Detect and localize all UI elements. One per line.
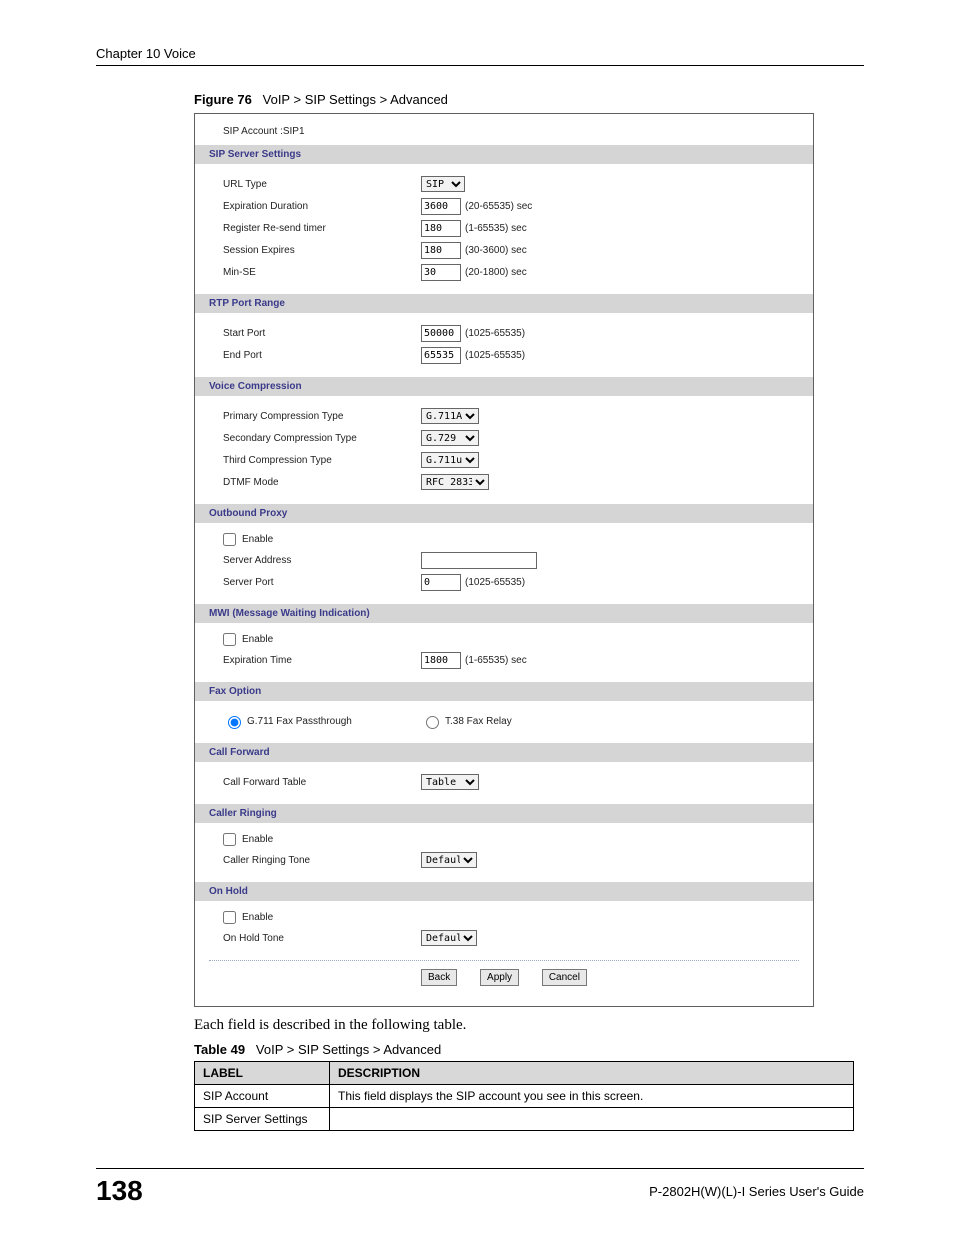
outbound-enable-checkbox[interactable] <box>223 533 236 546</box>
secondary-comp-select[interactable]: G.729 <box>421 430 479 446</box>
running-head: Chapter 10 Voice <box>96 46 864 66</box>
table-row: SIP Server Settings <box>195 1108 854 1131</box>
outbound-port-input[interactable] <box>421 574 461 591</box>
apply-button[interactable]: Apply <box>480 969 519 986</box>
section-caller-ringing-title: Caller Ringing <box>195 804 813 823</box>
sess-exp-label: Session Expires <box>223 245 421 256</box>
outbound-addr-input[interactable] <box>421 552 537 569</box>
call-forward-select[interactable]: Table 1 <box>421 774 479 790</box>
mwi-exp-hint: (1-65535) sec <box>465 655 527 666</box>
primary-comp-label: Primary Compression Type <box>223 411 421 422</box>
outbound-port-hint: (1025-65535) <box>465 577 525 588</box>
end-port-label: End Port <box>223 350 421 361</box>
exp-dur-hint: (20-65535) sec <box>465 201 532 212</box>
reg-resend-label: Register Re-send timer <box>223 223 421 234</box>
minse-hint: (20-1800) sec <box>465 267 527 278</box>
table-row: SIP Account This field displays the SIP … <box>195 1085 854 1108</box>
url-type-label: URL Type <box>223 179 421 190</box>
caller-ringing-enable-label: Enable <box>242 834 273 845</box>
reg-resend-input[interactable] <box>421 220 461 237</box>
section-rtp-title: RTP Port Range <box>195 294 813 313</box>
section-mwi-title: MWI (Message Waiting Indication) <box>195 604 813 623</box>
page-footer: 138 P-2802H(W)(L)-I Series User's Guide <box>96 1168 864 1207</box>
settings-panel: SIP Account :SIP1 SIP Server Settings UR… <box>194 113 814 1007</box>
third-comp-select[interactable]: G.711u <box>421 452 479 468</box>
guide-title: P-2802H(W)(L)-I Series User's Guide <box>649 1184 864 1199</box>
cell-desc <box>330 1108 854 1131</box>
fax-g711-radio[interactable] <box>228 716 241 729</box>
outbound-enable-label: Enable <box>242 534 273 545</box>
fax-g711-label: G.711 Fax Passthrough <box>247 716 352 727</box>
figure-path: VoIP > SIP Settings > Advanced <box>263 92 448 107</box>
section-voice-comp-title: Voice Compression <box>195 377 813 396</box>
minse-input[interactable] <box>421 264 461 281</box>
section-outbound-title: Outbound Proxy <box>195 504 813 523</box>
exp-dur-label: Expiration Duration <box>223 201 421 212</box>
section-call-forward-title: Call Forward <box>195 743 813 762</box>
sess-exp-input[interactable] <box>421 242 461 259</box>
table-header-row: LABEL DESCRIPTION <box>195 1062 854 1085</box>
secondary-comp-label: Secondary Compression Type <box>223 433 421 444</box>
on-hold-tone-select[interactable]: Default <box>421 930 477 946</box>
body-paragraph: Each field is described in the following… <box>194 1017 864 1034</box>
minse-label: Min-SE <box>223 267 421 278</box>
fax-t38-radio[interactable] <box>426 716 439 729</box>
section-sip-server-title: SIP Server Settings <box>195 145 813 164</box>
on-hold-enable-label: Enable <box>242 912 273 923</box>
mwi-exp-label: Expiration Time <box>223 655 421 666</box>
cell-desc: This field displays the SIP account you … <box>330 1085 854 1108</box>
table-label: Table 49 <box>194 1042 245 1057</box>
mwi-enable-label: Enable <box>242 634 273 645</box>
th-description: DESCRIPTION <box>330 1062 854 1085</box>
th-label: LABEL <box>195 1062 330 1085</box>
section-on-hold-title: On Hold <box>195 882 813 901</box>
table-path: VoIP > SIP Settings > Advanced <box>256 1042 441 1057</box>
end-port-hint: (1025-65535) <box>465 350 525 361</box>
figure-caption: Figure 76 VoIP > SIP Settings > Advanced <box>194 92 864 107</box>
fax-t38-label: T.38 Fax Relay <box>445 716 512 727</box>
reg-hint: (1-65535) sec <box>465 223 527 234</box>
cell-label: SIP Account <box>195 1085 330 1108</box>
dtmf-mode-label: DTMF Mode <box>223 477 421 488</box>
table-caption: Table 49 VoIP > SIP Settings > Advanced <box>194 1042 864 1057</box>
on-hold-tone-label: On Hold Tone <box>223 933 421 944</box>
caller-ringing-tone-select[interactable]: Default <box>421 852 477 868</box>
start-port-hint: (1025-65535) <box>465 328 525 339</box>
back-button[interactable]: Back <box>421 969 457 986</box>
start-port-input[interactable] <box>421 325 461 342</box>
sess-hint: (30-3600) sec <box>465 245 527 256</box>
cancel-button[interactable]: Cancel <box>542 969 587 986</box>
divider <box>209 960 799 961</box>
page-number: 138 <box>96 1175 143 1207</box>
section-fax-title: Fax Option <box>195 682 813 701</box>
outbound-addr-label: Server Address <box>223 555 421 566</box>
call-forward-label: Call Forward Table <box>223 777 421 788</box>
url-type-select[interactable]: SIP <box>421 176 465 192</box>
description-table: LABEL DESCRIPTION SIP Account This field… <box>194 1061 854 1131</box>
mwi-enable-checkbox[interactable] <box>223 633 236 646</box>
mwi-exp-input[interactable] <box>421 652 461 669</box>
end-port-input[interactable] <box>421 347 461 364</box>
caller-ringing-tone-label: Caller Ringing Tone <box>223 855 421 866</box>
primary-comp-select[interactable]: G.711A <box>421 408 479 424</box>
outbound-port-label: Server Port <box>223 577 421 588</box>
exp-dur-input[interactable] <box>421 198 461 215</box>
dtmf-mode-select[interactable]: RFC 2833 <box>421 474 489 490</box>
caller-ringing-enable-checkbox[interactable] <box>223 833 236 846</box>
third-comp-label: Third Compression Type <box>223 455 421 466</box>
on-hold-enable-checkbox[interactable] <box>223 911 236 924</box>
figure-label: Figure 76 <box>194 92 252 107</box>
sip-account-label: SIP Account :SIP1 <box>195 114 813 145</box>
start-port-label: Start Port <box>223 328 421 339</box>
cell-label: SIP Server Settings <box>195 1108 330 1131</box>
